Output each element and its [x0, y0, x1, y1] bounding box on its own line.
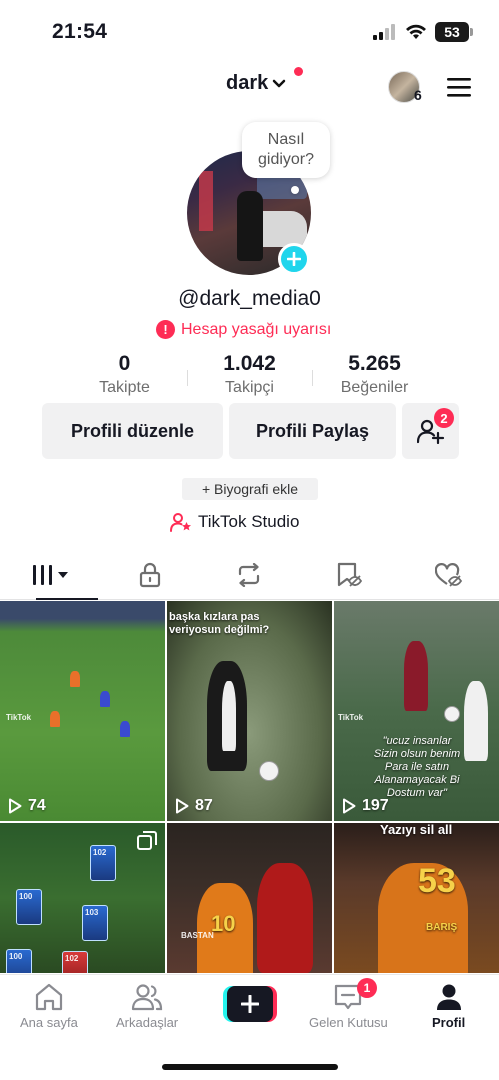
add-avatar-button[interactable] [278, 243, 310, 275]
nav-friends-label: Arkadaşlar [116, 1015, 179, 1030]
status-icons: 53 [373, 22, 473, 42]
tab-private[interactable] [100, 550, 200, 599]
player-name: BASTAN [181, 931, 214, 940]
cellular-signal-icon [373, 24, 395, 40]
add-friends-button[interactable]: 2 [402, 403, 459, 459]
stat-likes-value: 5.265 [348, 352, 401, 375]
tiktok-watermark: TikTok [338, 713, 364, 722]
profile-stats: 0 Takipte 1.042 Takipçi 5.265 Beğeniler [62, 352, 437, 400]
nav-friends[interactable]: Arkadaşlar [116, 983, 178, 1030]
bookmark-hidden-icon [338, 562, 363, 587]
home-icon [35, 983, 63, 1011]
notification-dot [294, 67, 303, 76]
video-thumbnail[interactable]: Yazıyı sil all 53 BARIŞ [334, 823, 499, 973]
video-caption: "ucuz insanlar Sizin olsun benim Para il… [373, 735, 461, 799]
video-thumbnail[interactable]: TikTok 74 [0, 601, 165, 821]
video-caption: Yazıyı sil all [380, 823, 453, 837]
tab-liked[interactable] [399, 550, 499, 599]
jersey-number: 10 [211, 911, 236, 936]
video-views: 197 [342, 797, 389, 815]
video-grid: TikTok 74 başka kızlara pas veriyosun de… [0, 601, 499, 974]
hamburger-menu-icon [447, 78, 471, 97]
stat-following-label: Takipte [99, 379, 150, 396]
stat-following-value: 0 [118, 352, 131, 375]
carousel-icon [137, 831, 157, 850]
lock-icon [139, 562, 160, 587]
video-views: 87 [175, 797, 213, 815]
tiktok-watermark: TikTok [6, 713, 32, 722]
status-time: 21:54 [52, 20, 108, 43]
home-indicator [162, 1064, 338, 1070]
content-tabs [0, 550, 499, 600]
player-card: 102 [90, 845, 116, 881]
profile-icon [436, 984, 461, 1010]
note-bubble[interactable]: Nasıl gidiyor? [242, 122, 330, 178]
account-name: dark [226, 72, 269, 94]
add-friends-badge: 2 [434, 408, 454, 428]
player-name: BARIŞ [426, 922, 458, 933]
nav-profile[interactable]: Profil [432, 983, 465, 1030]
stat-likes[interactable]: 5.265 Beğeniler [312, 352, 437, 400]
create-button[interactable] [223, 986, 277, 1022]
tab-favorites[interactable] [299, 550, 399, 599]
warning-icon: ! [156, 320, 175, 339]
play-icon [9, 798, 22, 814]
story-count: 6 [414, 87, 422, 103]
edit-profile-button[interactable]: Profili düzenle [42, 403, 223, 459]
username: @dark_media0 [178, 287, 321, 310]
ban-warning-text: Hesap yasağı uyarısı [181, 320, 332, 338]
play-icon [343, 798, 356, 814]
plus-icon [287, 252, 301, 266]
video-thumbnail[interactable]: TikTok "ucuz insanlar Sizin olsun benim … [334, 601, 499, 821]
profile-actions: Profili düzenle Profili Paylaş 2 [42, 403, 459, 459]
profile-top-bar: dark 6 [0, 64, 499, 112]
player-card: 100 [16, 889, 42, 925]
wifi-icon [406, 24, 426, 39]
football-graphic [259, 761, 279, 781]
share-profile-button[interactable]: Profili Paylaş [229, 403, 396, 459]
video-view-count: 87 [195, 797, 213, 814]
stat-followers[interactable]: 1.042 Takipçi [187, 352, 312, 400]
battery-indicator: 53 [435, 22, 473, 42]
menu-button[interactable] [446, 76, 472, 103]
video-view-count: 197 [362, 797, 389, 814]
ban-warning-link[interactable]: ! Hesap yasağı uyarısı [156, 320, 331, 339]
stat-likes-label: Beğeniler [340, 379, 409, 396]
friends-icon [131, 984, 163, 1011]
tab-videos[interactable] [0, 550, 100, 600]
football-graphic [444, 706, 460, 722]
player-card: 102 [62, 951, 88, 973]
player-card: 103 [82, 905, 108, 941]
tiktok-studio-link[interactable]: TikTok Studio [170, 512, 299, 532]
status-bar: 21:54 53 [0, 0, 499, 64]
tiktok-studio-label: TikTok Studio [198, 512, 300, 531]
stat-following[interactable]: 0 Takipte [62, 352, 187, 400]
play-icon [176, 798, 189, 814]
note-bubble-tail [291, 186, 299, 194]
studio-person-star-icon [170, 513, 191, 532]
stat-followers-value: 1.042 [223, 352, 276, 375]
video-thumbnail[interactable]: başka kızlara pas veriyosun değilmi? 87 [167, 601, 332, 821]
account-switcher[interactable]: dark [226, 72, 286, 95]
add-bio-button[interactable]: + Biyografi ekle [182, 478, 318, 500]
nav-profile-label: Profil [432, 1015, 466, 1030]
tab-reposts[interactable] [200, 550, 300, 599]
video-caption: başka kızlara pas veriyosun değilmi? [169, 611, 270, 636]
videos-grid-icon [32, 564, 68, 585]
video-thumbnail[interactable]: 10 BASTAN [167, 823, 332, 973]
nav-home[interactable]: Ana sayfa [20, 983, 78, 1030]
stat-followers-label: Takipçi [225, 379, 274, 396]
chevron-down-icon [273, 79, 286, 87]
inbox-badge: 1 [357, 978, 377, 998]
video-view-count: 74 [28, 797, 46, 814]
heart-hidden-icon [435, 562, 463, 587]
plus-icon [241, 995, 259, 1013]
repost-icon [239, 562, 260, 587]
nav-home-label: Ana sayfa [20, 1015, 78, 1030]
video-views: 74 [8, 797, 46, 815]
player-card: 100 [6, 949, 32, 973]
jersey-number: 53 [418, 862, 456, 900]
nav-inbox-label: Gelen Kutusu [309, 1015, 388, 1030]
video-thumbnail[interactable]: 102 100 103 100 102 [0, 823, 165, 973]
